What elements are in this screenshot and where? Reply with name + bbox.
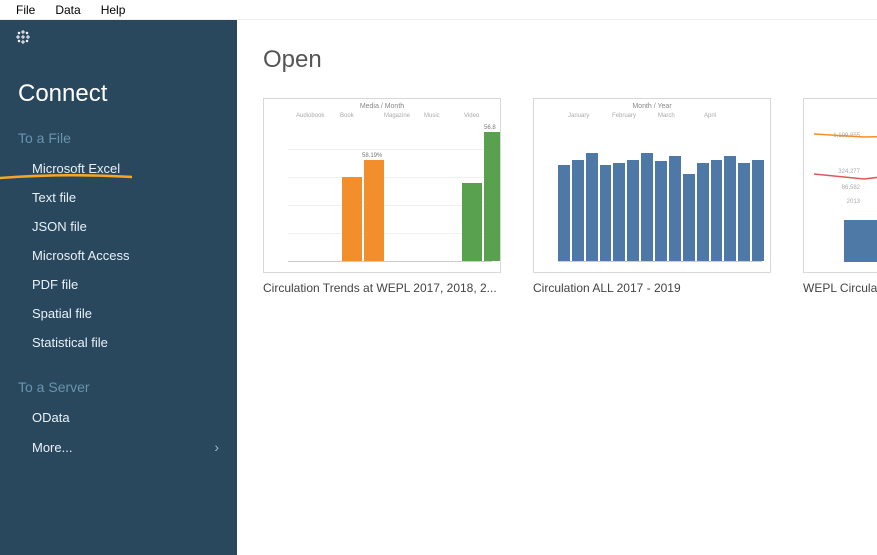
main-panel: Open Media / Month Audiobook Book Magazi… (237, 20, 877, 555)
bar (738, 163, 750, 261)
workbook-label: Circulation Trends at WEPL 2017, 2018, 2… (263, 273, 501, 295)
bar (683, 174, 695, 262)
workbook-thumbnail[interactable]: Reading Level by Year 1,199,855 324,277 … (803, 98, 877, 295)
bar (572, 160, 584, 262)
category-label: Music (424, 113, 440, 119)
category-label: Audiobook (296, 113, 324, 119)
bar-label: 56.8 (484, 125, 496, 131)
bar (627, 160, 639, 262)
sidebar: Connect To a File Microsoft Excel Text f… (0, 20, 237, 555)
menu-help[interactable]: Help (91, 1, 136, 19)
chart-preview: Media / Month Audiobook Book Magazine Mu… (263, 98, 501, 273)
chart-preview: Reading Level by Year 1,199,855 324,277 … (803, 98, 877, 273)
bar (586, 153, 598, 262)
connector-spatial-file[interactable]: Spatial file (0, 299, 237, 328)
menubar: File Data Help (0, 0, 877, 20)
chart-title: Media / Month (264, 103, 500, 110)
bar (558, 165, 570, 261)
open-title: Open (263, 20, 877, 98)
category-label: Magazine (384, 113, 410, 119)
workbook-label: Circulation ALL 2017 - 2019 (533, 273, 771, 295)
menu-file[interactable]: File (6, 1, 45, 19)
connector-statistical-file[interactable]: Statistical file (0, 328, 237, 357)
month-label: February (612, 113, 636, 119)
bar (613, 163, 625, 261)
menu-data[interactable]: Data (45, 1, 90, 19)
section-to-a-server: To a Server (0, 375, 237, 403)
chart-title: Month / Year (534, 103, 770, 110)
workbook-thumbnail[interactable]: Media / Month Audiobook Book Magazine Mu… (263, 98, 501, 295)
connector-more[interactable]: More... › (0, 432, 237, 462)
section-to-a-file: To a File (0, 126, 237, 154)
bar (655, 161, 667, 261)
chart-title: Reading Level by Year (804, 103, 877, 112)
chevron-right-icon: › (214, 439, 219, 455)
bar (669, 156, 681, 261)
bar (724, 156, 736, 261)
recent-workbooks: Media / Month Audiobook Book Magazine Mu… (263, 98, 877, 295)
category-label: Video (464, 113, 479, 119)
connector-text-file[interactable]: Text file (0, 183, 237, 212)
bar (752, 160, 764, 262)
workbook-label: WEPL Circula (803, 273, 877, 295)
bar-label: 58.19% (362, 153, 382, 159)
month-label: March (658, 113, 675, 119)
more-label: More... (32, 440, 72, 455)
connect-title: Connect (0, 58, 237, 126)
chart-preview: Month / Year January February March Apri… (533, 98, 771, 273)
connector-microsoft-access[interactable]: Microsoft Access (0, 241, 237, 270)
connector-pdf-file[interactable]: PDF file (0, 270, 237, 299)
bar (600, 165, 612, 261)
month-label: January (568, 113, 589, 119)
connector-odata[interactable]: OData (0, 403, 237, 432)
bar (697, 163, 709, 261)
category-label: Book (340, 113, 354, 119)
tableau-logo-icon (14, 28, 32, 51)
workbook-thumbnail[interactable]: Month / Year January February March Apri… (533, 98, 771, 295)
connector-microsoft-excel[interactable]: Microsoft Excel (0, 154, 237, 183)
bar (711, 160, 723, 262)
connector-json-file[interactable]: JSON file (0, 212, 237, 241)
month-label: April (704, 113, 716, 119)
bar (641, 153, 653, 262)
y-tick: 2013 (847, 199, 860, 205)
